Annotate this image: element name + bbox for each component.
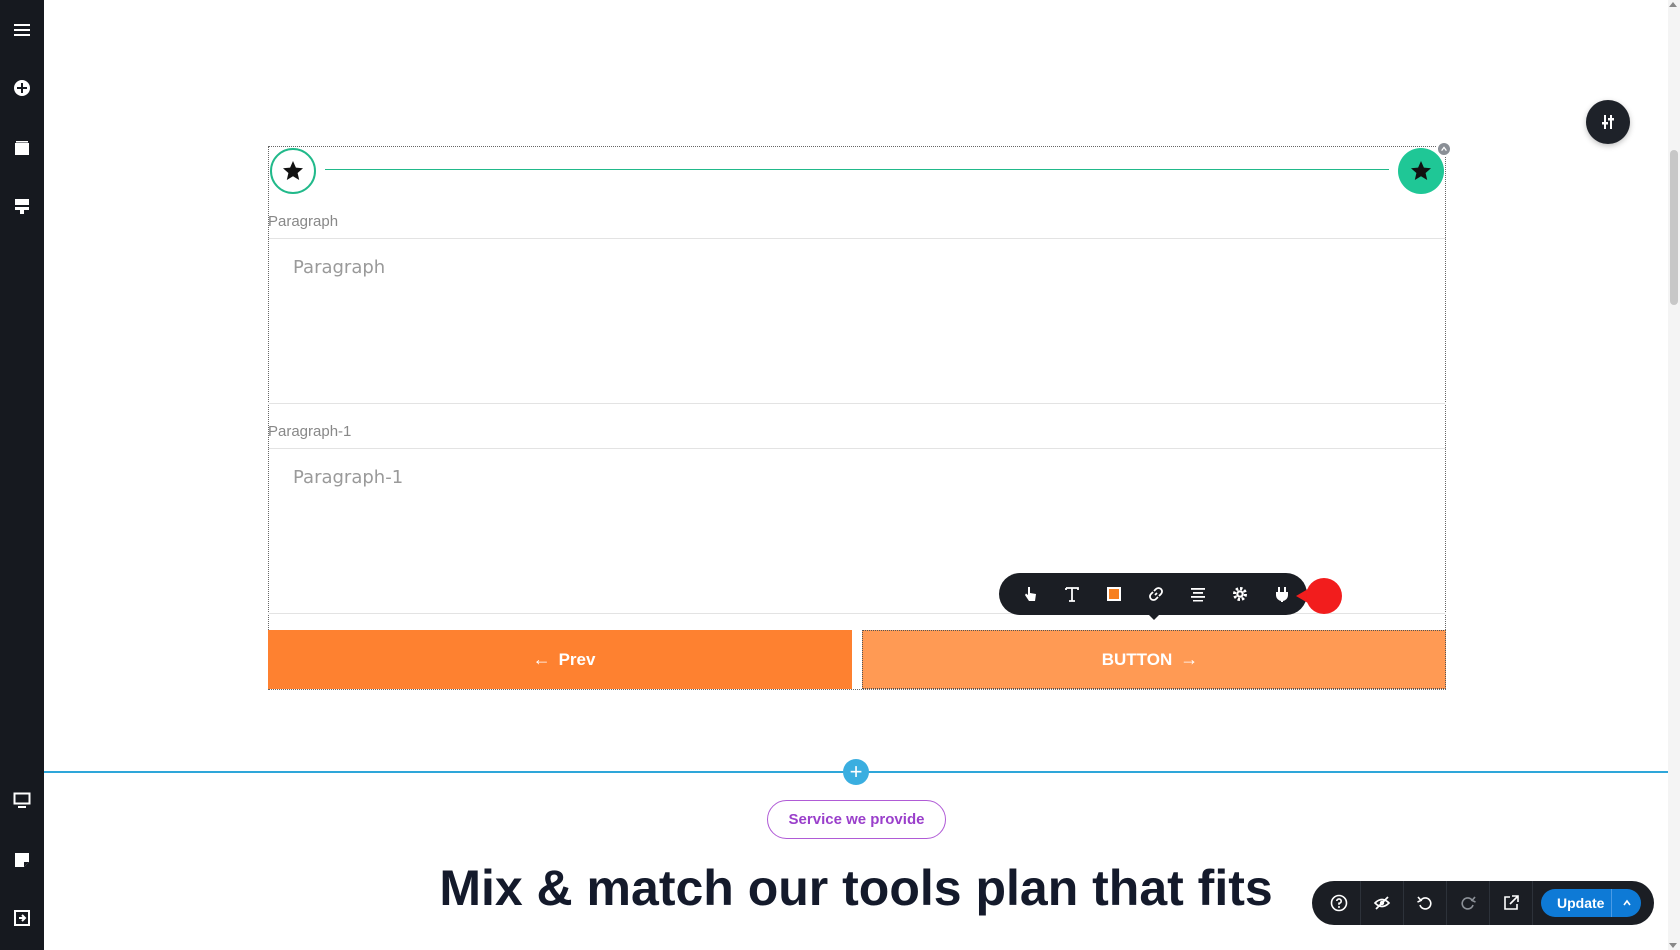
undo-icon[interactable] [1404,881,1447,925]
scroll-thumb[interactable] [1670,150,1678,305]
builder-canvas: Paragraph Paragraph Paragraph-1 Paragrap… [0,0,1680,950]
update-button[interactable]: Update [1541,889,1641,917]
scroll-down-icon[interactable] [1669,943,1677,948]
paragraph-field[interactable]: Paragraph [268,238,1446,404]
left-sidebar [0,0,44,950]
chevron-up-icon[interactable] [1611,889,1641,917]
scroll-up-icon[interactable] [1669,2,1677,7]
field-label: Paragraph [268,213,339,230]
prev-button[interactable]: ← Prev [268,630,852,689]
sliders-icon [1602,115,1614,129]
chevron-up-icon [1441,146,1447,151]
prev-button-label: Prev [558,649,596,669]
arrow-left-icon: ← [532,649,551,669]
next-button-label: BUTTON [1101,649,1173,669]
link-icon[interactable] [1135,573,1177,615]
add-element-icon[interactable] [0,68,44,108]
external-link-icon[interactable] [1490,881,1533,925]
bottom-toolbar: Update [1312,881,1654,925]
star-icon [1411,161,1431,180]
layers-icon[interactable] [0,186,44,226]
vertical-scrollbar[interactable] [1668,0,1680,950]
hide-icon[interactable] [1361,881,1404,925]
settings-icon[interactable] [1219,573,1261,615]
update-button-label: Update [1557,895,1605,911]
field-placeholder: Paragraph-1 [293,467,404,488]
exit-icon[interactable] [0,898,44,938]
arrow-right-icon: → [1180,649,1199,669]
field-placeholder: Paragraph [293,257,386,278]
service-pill-label: Service we provide [788,811,925,828]
plus-icon: + [849,759,863,784]
notes-icon[interactable] [0,840,44,880]
recording-indicator [1306,578,1342,614]
page-settings-button[interactable] [1586,100,1630,144]
star-icon [283,161,303,180]
help-icon[interactable] [1318,881,1361,925]
step-progress-line [325,169,1389,170]
add-section-button[interactable]: + [843,759,869,785]
collapse-block-button[interactable] [1436,141,1452,157]
element-toolbar [999,573,1307,615]
color-fill-icon[interactable] [1093,573,1135,615]
toolbar-caret [1147,613,1161,620]
align-icon[interactable] [1177,573,1219,615]
menu-icon[interactable] [0,10,44,50]
desktop-view-icon[interactable] [0,780,44,820]
step-2-indicator[interactable] [1398,148,1444,194]
next-button[interactable]: BUTTON → [862,630,1446,689]
pages-icon[interactable] [0,128,44,168]
field-label: Paragraph-1 [268,423,352,440]
service-pill: Service we provide [767,800,946,839]
redo-icon[interactable] [1447,881,1490,925]
pointer-icon[interactable] [1009,573,1051,615]
text-icon[interactable] [1051,573,1093,615]
step-1-indicator[interactable] [270,148,316,194]
